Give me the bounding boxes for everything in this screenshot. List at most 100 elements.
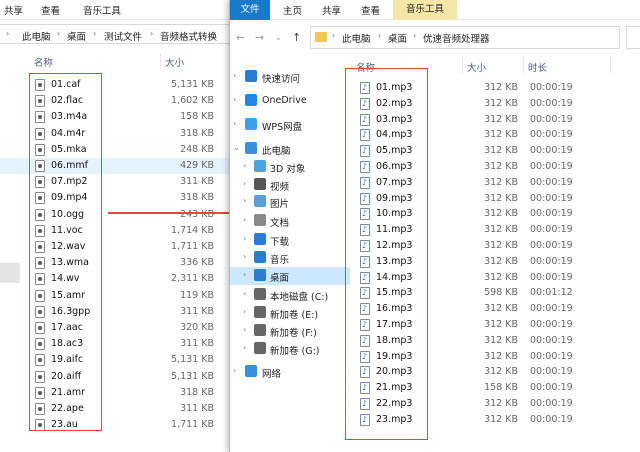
back-arrow-icon[interactable]: ← — [236, 31, 245, 44]
chevron-right-icon[interactable]: › — [243, 196, 246, 205]
chevron-right-icon: › — [332, 31, 336, 40]
chevron-right-icon[interactable]: › — [243, 179, 246, 188]
back-breadcrumb-test-files[interactable]: 测试文件 — [104, 29, 142, 43]
file-size: 312 KB — [484, 303, 518, 315]
chevron-right-icon[interactable]: › — [243, 215, 246, 224]
column-divider[interactable] — [160, 53, 161, 69]
chevron-right-icon: › — [413, 31, 417, 40]
chevron-right-icon[interactable]: › — [243, 343, 246, 352]
file-size: 312 KB — [484, 113, 518, 125]
front-address-bar[interactable]: › 此电脑 › 桌面 › 优速音频处理器 ⌄ ↻ — [310, 26, 620, 49]
chevron-right-icon: › — [378, 31, 382, 40]
file-duration: 00:00:19 — [530, 255, 573, 267]
file-duration: 00:00:19 — [530, 224, 573, 236]
computer-icon — [245, 142, 257, 154]
nav-item[interactable]: › 新加卷 (E:) — [230, 304, 350, 322]
back-breadcrumb-desktop[interactable]: 桌面 — [67, 29, 86, 43]
chevron-right-icon[interactable]: › — [243, 307, 246, 316]
back-file-size: 336 KB — [180, 257, 214, 269]
nav-item[interactable]: › 3D 对象 — [230, 158, 350, 176]
chevron-right-icon[interactable]: › — [233, 366, 236, 375]
chevron-right-icon: › — [57, 29, 61, 38]
nav-item[interactable]: › 桌面 — [230, 267, 350, 285]
nav-item[interactable]: › 音乐 — [230, 249, 350, 267]
nav-item-label: 文档 — [270, 218, 290, 229]
file-size: 312 KB — [484, 240, 518, 251]
nav-item[interactable]: › 图片 — [230, 193, 350, 211]
chevron-right-icon[interactable]: › — [243, 252, 246, 261]
breadcrumb-current-folder[interactable]: 优速音频处理器 — [423, 31, 490, 45]
nav-item[interactable]: › OneDrive — [230, 92, 350, 110]
nav-item[interactable]: › 新加卷 (G:) — [230, 340, 350, 358]
back-column-header: 名称 大小 — [0, 52, 232, 70]
file-duration: 00:00:19 — [530, 97, 573, 109]
back-tab-view[interactable]: 查看 — [41, 3, 60, 17]
column-divider[interactable] — [523, 57, 524, 73]
back-column-size[interactable]: 大小 — [165, 55, 184, 69]
breadcrumb-this-pc[interactable]: 此电脑 — [342, 31, 371, 45]
file-duration: 00:00:19 — [530, 192, 573, 204]
chevron-right-icon[interactable]: › — [243, 325, 246, 334]
chevron-right-icon[interactable]: › — [243, 234, 246, 243]
breadcrumb-desktop[interactable]: 桌面 — [388, 31, 407, 45]
search-box[interactable] — [626, 26, 640, 49]
drive-icon — [254, 288, 266, 300]
nav-item[interactable]: › 下载 — [230, 231, 350, 249]
chevron-right-icon: › — [93, 29, 97, 38]
tab-view[interactable]: 查看 — [361, 3, 380, 17]
file-size: 312 KB — [484, 366, 518, 378]
file-duration: 00:00:19 — [530, 82, 573, 93]
nav-item-label: WPS网盘 — [262, 122, 303, 133]
back-breadcrumb-audio-convert[interactable]: 音频格式转换 — [160, 29, 217, 43]
nav-item[interactable]: ⌄ 此电脑 — [230, 140, 350, 158]
document-icon — [254, 214, 266, 226]
back-address-bar[interactable]: › 此电脑 › 桌面 › 测试文件 › 音频格式转换 — [0, 24, 232, 44]
tab-music-tools[interactable]: 音乐工具 — [393, 0, 457, 20]
column-duration[interactable]: 时长 — [528, 60, 547, 74]
nav-item[interactable]: › 新加卷 (F:) — [230, 322, 350, 340]
column-size[interactable]: 大小 — [467, 60, 486, 74]
back-file-size: 5,131 KB — [171, 79, 214, 90]
nav-item-label: 新加卷 (G:) — [270, 346, 320, 357]
chevron-right-icon[interactable]: › — [243, 289, 246, 298]
back-file-size: 5,131 KB — [171, 370, 214, 382]
forward-arrow-icon[interactable]: → — [255, 31, 264, 44]
nav-item[interactable]: › 快速访问 — [230, 68, 350, 86]
file-duration: 00:00:19 — [530, 161, 573, 172]
chevron-down-icon[interactable]: ⌄ — [233, 143, 240, 152]
nav-item[interactable]: › 视频 — [230, 176, 350, 194]
chevron-right-icon[interactable]: › — [243, 161, 246, 170]
nav-item[interactable]: › 文档 — [230, 212, 350, 230]
drive-icon — [254, 342, 266, 354]
chevron-right-icon[interactable]: › — [233, 71, 236, 80]
recent-dropdown-icon[interactable]: ⌄ — [275, 33, 282, 42]
file-duration: 00:00:19 — [530, 208, 573, 220]
nav-item[interactable]: › WPS网盘 — [230, 116, 350, 134]
file-size: 312 KB — [484, 208, 518, 220]
file-size: 158 KB — [484, 382, 518, 394]
tab-file[interactable]: 文件 — [230, 0, 270, 20]
file-duration: 00:00:19 — [530, 271, 573, 283]
chevron-right-icon[interactable]: › — [233, 95, 236, 104]
tab-home[interactable]: 主页 — [283, 3, 302, 17]
back-breadcrumb-this-pc[interactable]: 此电脑 — [22, 29, 51, 43]
column-divider[interactable] — [462, 57, 463, 73]
nav-item[interactable]: › 本地磁盘 (C:) — [230, 286, 350, 304]
nav-item-label: 网络 — [262, 369, 282, 380]
back-file-size: 158 KB — [180, 111, 214, 123]
back-tab-share[interactable]: 共享 — [4, 3, 23, 17]
chevron-right-icon[interactable]: › — [233, 119, 236, 128]
tab-share[interactable]: 共享 — [322, 3, 341, 17]
back-file-size: 311 KB — [180, 305, 214, 317]
back-tab-music-tools[interactable]: 音乐工具 — [83, 3, 121, 17]
back-column-name[interactable]: 名称 — [34, 55, 53, 69]
highlight-box-source-files — [29, 73, 102, 431]
back-file-size: 119 KB — [180, 289, 214, 301]
file-size: 598 KB — [484, 287, 518, 299]
back-file-size: 318 KB — [180, 386, 214, 398]
up-arrow-icon[interactable]: ↑ — [292, 31, 301, 44]
chevron-right-icon[interactable]: › — [243, 270, 246, 279]
file-size: 312 KB — [484, 255, 518, 267]
column-divider[interactable] — [610, 57, 611, 73]
nav-item[interactable]: › 网络 — [230, 363, 350, 381]
